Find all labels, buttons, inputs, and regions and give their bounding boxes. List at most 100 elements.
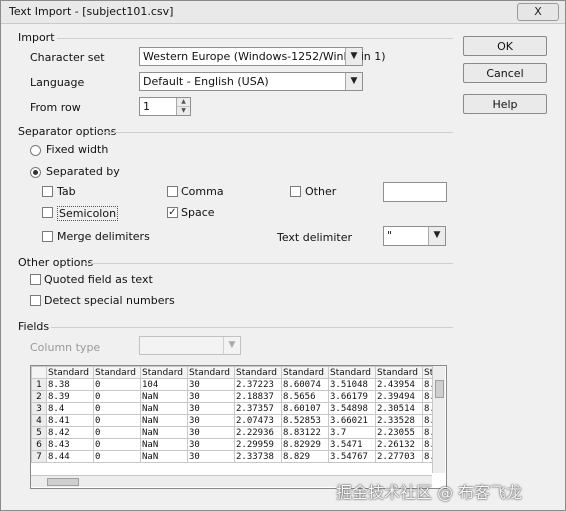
table-row: 3 8.4 0 NaN 30 2.37357 8.60107 3.54898 2… [31,402,437,415]
table-cell: 30 [187,438,235,451]
table-row: 4 8.41 0 NaN 30 2.07473 8.52853 3.66021 … [31,414,437,427]
horizontal-scroll-thumb[interactable] [47,478,79,486]
from-row-label: From row [30,101,81,114]
table-row: 7 8.44 0 NaN 30 2.33738 8.829 3.54767 2.… [31,450,437,463]
other-label: Other [305,185,337,198]
language-select[interactable]: Default - English (USA) ▼ [139,72,363,91]
table-cell: 2.33738 [234,450,282,463]
chevron-down-icon[interactable]: ▼ [428,227,445,245]
table-cell: 8.60074 [281,378,329,391]
table-row: 2 8.39 0 NaN 30 2.18837 8.5656 3.66179 2… [31,390,437,403]
other-separator-input[interactable] [383,182,447,202]
charset-select[interactable]: Western Europe (Windows-1252/WinLatin 1)… [139,47,386,66]
table-cell: 3.66021 [328,414,376,427]
chevron-down-icon[interactable]: ▼ [345,73,362,90]
separated-by-radio[interactable] [30,167,41,178]
table-cell: 2.39494 [375,390,423,403]
column-header[interactable]: Standard [46,366,94,379]
separated-by-label: Separated by [46,165,120,178]
column-header[interactable]: Standard [234,366,282,379]
semicolon-label: Semicolon [57,206,119,221]
close-button[interactable]: X [517,3,559,21]
from-row-spinner[interactable]: 1 ▲ ▼ [139,97,191,116]
chevron-down-icon[interactable]: ▼ [223,337,240,354]
tab-checkbox[interactable] [42,186,53,197]
semicolon-checkbox[interactable] [42,207,53,218]
table-cell: 0 [93,450,141,463]
charset-label: Character set [30,51,105,64]
table-cell: 0 [93,414,141,427]
spin-buttons: ▲ ▼ [176,98,190,115]
table-cell: 2.22936 [234,426,282,439]
quoted-field-checkbox[interactable] [30,274,41,285]
language-label: Language [30,76,85,89]
table-cell: 2.07473 [234,414,282,427]
table-cell: 2.18837 [234,390,282,403]
table-cell: 2.30514 [375,402,423,415]
chevron-down-icon[interactable]: ▼ [345,48,362,65]
spin-up-icon[interactable]: ▲ [177,98,190,107]
fields-divider [51,327,453,328]
space-checkbox[interactable]: ✓ [167,207,178,218]
vertical-scrollbar[interactable] [432,366,445,473]
table-cell: 8.5656 [281,390,329,403]
table-cell: 30 [187,378,235,391]
table-cell: 8.42 [46,426,94,439]
row-number: 1 [31,378,47,391]
table-cell: 8.829 [281,450,329,463]
import-divider [57,38,453,39]
column-header[interactable]: Standard [187,366,235,379]
table-cell: 8.83122 [281,426,329,439]
table-cell: 0 [93,390,141,403]
column-header[interactable]: Standard [140,366,188,379]
row-number: 7 [31,450,47,463]
table-cell: 2.43954 [375,378,423,391]
comma-checkbox[interactable] [167,186,178,197]
watermark-text: 掘金技术社区 @ 布客飞龙 [336,483,523,502]
comma-label: Comma [181,185,224,198]
detect-numbers-checkbox[interactable] [30,295,41,306]
corner-cell [31,366,47,379]
spin-down-icon[interactable]: ▼ [177,107,190,115]
text-delimiter-label: Text delimiter [277,231,352,244]
other-checkbox[interactable] [290,186,301,197]
text-delimiter-select[interactable]: " ▼ [383,226,446,246]
tab-label: Tab [57,185,76,198]
table-cell: 8.39 [46,390,94,403]
column-header[interactable]: Standard [281,366,329,379]
table-cell: 0 [93,378,141,391]
help-button[interactable]: Help [463,94,547,114]
fields-section-title: Fields [18,320,50,333]
column-header[interactable]: Standard [93,366,141,379]
table-cell: 8.41 [46,414,94,427]
column-type-select[interactable]: ▼ [139,336,241,355]
table-cell: 3.7 [328,426,376,439]
table-row: 6 8.43 0 NaN 30 2.29959 8.82929 3.5471 2… [31,438,437,451]
column-header[interactable]: Standard [328,366,376,379]
vertical-scroll-thumb[interactable] [435,380,444,398]
table-cell: 2.33528 [375,414,423,427]
merge-delimiters-checkbox[interactable] [42,231,53,242]
table-cell: 3.54767 [328,450,376,463]
other-options-section-title: Other options [18,256,94,269]
table-cell: 3.54898 [328,402,376,415]
import-section-title: Import [18,31,55,44]
column-header[interactable]: Standard [375,366,423,379]
cancel-button[interactable]: Cancel [463,63,547,83]
table-cell: NaN [140,426,188,439]
table-cell: NaN [140,402,188,415]
ok-button[interactable]: OK [463,36,547,56]
table-cell: 30 [187,414,235,427]
row-number: 6 [31,438,47,451]
table-cell: 30 [187,426,235,439]
window-title: Text Import - [subject101.csv] [9,5,174,18]
table-cell: NaN [140,450,188,463]
table-cell: 2.29959 [234,438,282,451]
table-cell: 2.26132 [375,438,423,451]
preview-grid[interactable]: Standard Standard Standard Standard Stan… [30,365,447,489]
table-cell: 30 [187,390,235,403]
fixed-width-radio[interactable] [30,145,41,156]
table-cell: 2.27703 [375,450,423,463]
column-header-row: Standard Standard Standard Standard Stan… [31,366,437,379]
table-cell: 8.44 [46,450,94,463]
